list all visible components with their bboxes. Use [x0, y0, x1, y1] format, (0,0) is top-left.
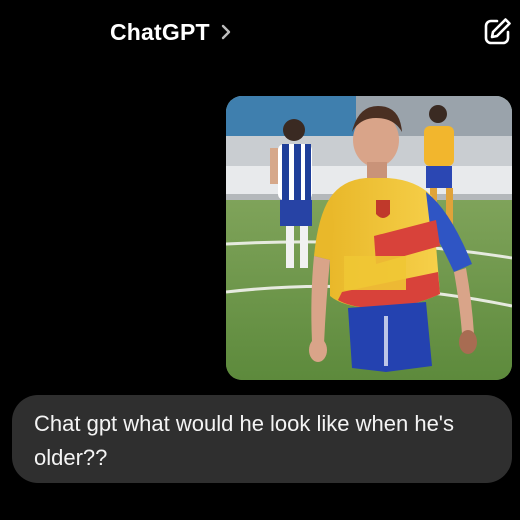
chevron-right-icon	[221, 24, 230, 40]
chat-header: ChatGPT	[0, 0, 520, 64]
edit-icon[interactable]	[480, 15, 514, 49]
model-selector[interactable]: ChatGPT	[110, 16, 232, 48]
user-message-bubble: Chat gpt what would he look like when he…	[12, 395, 512, 483]
footballer-photo	[226, 96, 512, 380]
chat-title: ChatGPT	[110, 18, 210, 45]
attached-photo[interactable]	[226, 96, 512, 380]
user-message-text: Chat gpt what would he look like when he…	[34, 411, 455, 470]
